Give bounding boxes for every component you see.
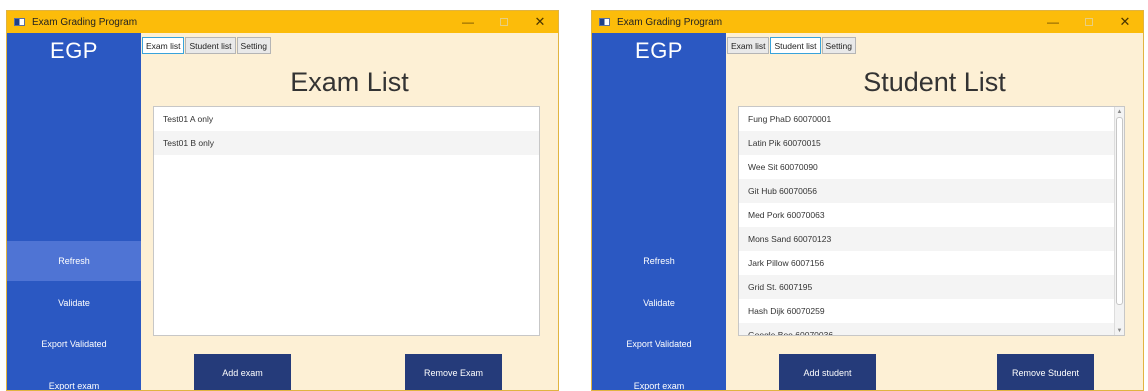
page-title: Student List	[863, 67, 1006, 97]
validate-button[interactable]: Validate	[592, 283, 726, 323]
tab-exam-list[interactable]: Exam list	[142, 37, 185, 54]
remove-student-button[interactable]: Remove Student	[997, 354, 1094, 390]
add-student-button[interactable]: Add student	[779, 354, 876, 390]
list-item[interactable]: Wee Sit 60070090	[739, 155, 1114, 179]
title-bar[interactable]: Exam Grading Program — ✕	[7, 11, 558, 33]
scroll-down-icon[interactable]: ▼	[1115, 326, 1124, 335]
list-item[interactable]: Fung PhaD 60070001	[739, 107, 1114, 131]
tab-student-list[interactable]: Student list	[770, 37, 821, 54]
sidebar: EGP Refresh Validate Export Validated Ex…	[592, 33, 726, 390]
export-exam-button[interactable]: Export exam	[7, 366, 141, 390]
window-title: Exam Grading Program	[617, 16, 723, 28]
sidebar: EGP Refresh Validate Export Validated Ex…	[7, 33, 141, 390]
maximize-icon	[500, 18, 508, 26]
list-item[interactable]: Latin Pik 60070015	[739, 131, 1114, 155]
app-icon	[599, 18, 610, 26]
maximize-button[interactable]	[1071, 11, 1107, 33]
exam-window: Exam Grading Program — ✕ EGP Refresh Val…	[6, 10, 559, 391]
title-bar[interactable]: Exam Grading Program — ✕	[592, 11, 1143, 33]
tab-exam-list[interactable]: Exam list	[727, 37, 770, 54]
scroll-thumb[interactable]	[1116, 117, 1123, 305]
export-validated-button[interactable]: Export Validated	[7, 324, 141, 364]
list-item[interactable]: Jark Pillow 6007156	[739, 251, 1114, 275]
list-item[interactable]: Google Boo 60070036	[739, 323, 1114, 335]
export-validated-button[interactable]: Export Validated	[592, 324, 726, 364]
list-item[interactable]: Hash Dijk 60070259	[739, 299, 1114, 323]
app-icon	[14, 18, 25, 26]
app-logo: EGP	[50, 38, 98, 63]
list-item[interactable]: Med Pork 60070063	[739, 203, 1114, 227]
page-title: Exam List	[290, 67, 409, 97]
tab-setting[interactable]: Setting	[821, 37, 857, 54]
minimize-button[interactable]: —	[450, 11, 486, 33]
close-button[interactable]: ✕	[1107, 11, 1143, 33]
minimize-button[interactable]: —	[1035, 11, 1071, 33]
tab-setting[interactable]: Setting	[236, 37, 272, 54]
exam-list[interactable]: Test01 A only Test01 B only	[153, 106, 540, 336]
refresh-button[interactable]: Refresh	[7, 241, 141, 281]
remove-exam-button[interactable]: Remove Exam	[405, 354, 502, 390]
tab-bar: Exam list Student list Setting	[726, 37, 857, 54]
list-item[interactable]: Mons Sand 60070123	[739, 227, 1114, 251]
close-button[interactable]: ✕	[522, 11, 558, 33]
export-exam-button[interactable]: Export exam	[592, 366, 726, 390]
app-logo: EGP	[635, 38, 683, 63]
student-list[interactable]: Fung PhaD 60070001 Latin Pik 60070015 We…	[738, 106, 1125, 336]
list-item[interactable]: Test01 B only	[154, 131, 539, 155]
tab-student-list[interactable]: Student list	[185, 37, 236, 54]
list-scrollbar[interactable]: ▲ ▼	[1114, 107, 1124, 335]
validate-button[interactable]: Validate	[7, 283, 141, 323]
add-exam-button[interactable]: Add exam	[194, 354, 291, 390]
list-item[interactable]: Test01 A only	[154, 107, 539, 131]
refresh-button[interactable]: Refresh	[592, 241, 726, 281]
window-title: Exam Grading Program	[32, 16, 138, 28]
list-item[interactable]: Git Hub 60070056	[739, 179, 1114, 203]
scroll-up-icon[interactable]: ▲	[1115, 107, 1124, 116]
maximize-button[interactable]	[486, 11, 522, 33]
list-item[interactable]: Grid St. 6007195	[739, 275, 1114, 299]
student-window: Exam Grading Program — ✕ EGP Refresh Val…	[591, 10, 1144, 391]
maximize-icon	[1085, 18, 1093, 26]
tab-bar: Exam list Student list Setting	[141, 37, 272, 54]
